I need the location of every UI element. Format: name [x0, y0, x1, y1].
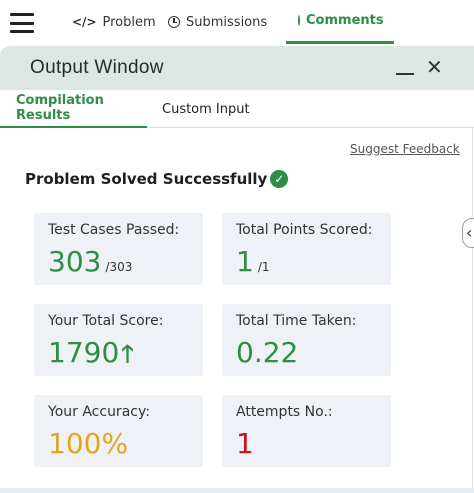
test-cases-value: 303/303: [48, 246, 132, 283]
attempts-value: 1: [236, 427, 254, 460]
tab-problem[interactable]: </> Problem: [60, 0, 156, 44]
problem-tabs: </> Problem Submissions Comments: [60, 0, 394, 44]
bottom-scrollbar[interactable]: [0, 488, 474, 493]
code-icon: </>: [72, 15, 97, 29]
total-points-value: 1/1: [236, 246, 270, 283]
top-navigation: </> Problem Submissions Comments: [0, 0, 474, 46]
time-taken-card: Total Time Taken: 0.22: [222, 304, 391, 376]
comment-icon: [298, 15, 300, 26]
total-points-max: /1: [257, 260, 270, 274]
total-points-card: Total Points Scored: 1/1: [222, 213, 391, 285]
attempts-label: Attempts No.:: [236, 404, 333, 420]
total-score-card: Your Total Score: 1790🡑: [34, 304, 203, 376]
test-cases-total: /303: [105, 260, 133, 274]
clock-icon: [168, 16, 180, 28]
panel-divider: [472, 128, 473, 488]
tab-compilation-results[interactable]: Compilation Results: [0, 90, 147, 128]
tab-comments-label: Comments: [306, 13, 384, 28]
total-score-value: 1790🡑: [48, 337, 134, 370]
tab-submissions-label: Submissions: [186, 14, 268, 30]
output-window-title: Output Window: [30, 57, 164, 78]
total-points-label: Total Points Scored:: [236, 222, 373, 238]
accuracy-value: 100%: [48, 427, 129, 460]
suggest-feedback-link[interactable]: Suggest Feedback: [350, 142, 460, 156]
total-score-number: 1790: [48, 336, 120, 369]
arrow-up-icon: 🡑: [121, 340, 134, 368]
tab-problem-label: Problem: [102, 14, 156, 30]
status-text: Problem Solved Successfully: [25, 170, 268, 188]
attempts-card: Attempts No.: 1: [222, 395, 391, 467]
tab-comments[interactable]: Comments: [286, 0, 394, 44]
collapse-panel-handle-icon[interactable]: [462, 218, 474, 248]
time-taken-label: Total Time Taken:: [236, 313, 357, 329]
total-score-label: Your Total Score:: [48, 313, 164, 329]
tab-custom-input[interactable]: Custom Input: [162, 90, 250, 128]
close-icon[interactable]: ✕: [426, 57, 443, 77]
accuracy-label: Your Accuracy:: [48, 404, 150, 420]
test-cases-label: Test Cases Passed:: [48, 222, 180, 238]
total-points-scored: 1: [236, 245, 254, 278]
accuracy-card: Your Accuracy: 100%: [34, 395, 203, 467]
hamburger-menu-icon[interactable]: [10, 13, 34, 33]
minimize-icon[interactable]: [396, 73, 414, 75]
check-circle-icon: ✓: [270, 170, 289, 188]
status-message: Problem Solved Successfully ✓: [25, 170, 289, 188]
output-subtabs: Compilation Results Custom Input: [0, 90, 474, 128]
test-cases-card: Test Cases Passed: 303/303: [34, 213, 203, 285]
test-cases-passed: 303: [48, 245, 102, 278]
time-taken-value: 0.22: [236, 336, 299, 369]
tab-submissions[interactable]: Submissions: [156, 0, 286, 44]
output-window-header: Output Window ✕: [0, 46, 474, 90]
